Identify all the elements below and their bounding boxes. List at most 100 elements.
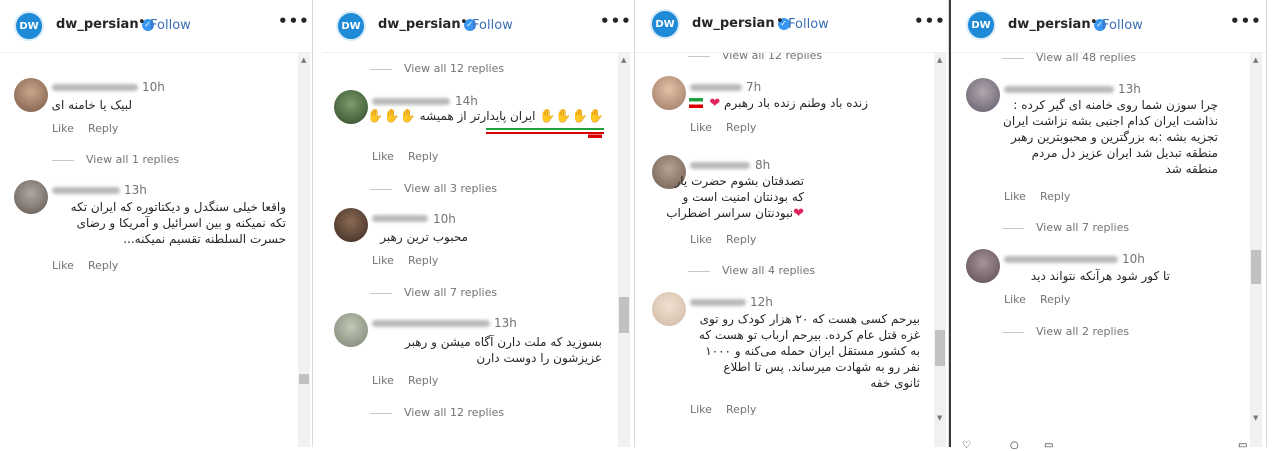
- comment-line: منطقه شد: [1165, 162, 1218, 176]
- comment-line: عزیزشون را دوست دارن: [476, 351, 602, 365]
- comment-line: تصدقتان بشوم حضرت یار: [674, 174, 804, 188]
- separator-dot: •: [776, 14, 784, 29]
- like-button[interactable]: Like: [52, 259, 74, 272]
- username[interactable]: dw_persian: [378, 17, 461, 32]
- more-options-icon[interactable]: •••: [600, 12, 632, 30]
- username[interactable]: dw_persian: [692, 16, 775, 31]
- comment-time: 7h: [746, 80, 762, 94]
- reply-button[interactable]: Reply: [726, 233, 756, 246]
- comment-line: تجزیه بشه :به بزرگترین و محبوبترین رهبر: [1010, 130, 1218, 144]
- dw-logo-icon[interactable]: DW: [966, 10, 996, 40]
- follow-button[interactable]: Follow: [150, 18, 191, 33]
- comment-line: که بودنتان امنیت است و: [682, 190, 804, 204]
- more-options-icon[interactable]: •••: [1230, 12, 1262, 30]
- scroll-up-arrow-icon[interactable]: ▲: [301, 56, 306, 64]
- dw-logo-icon[interactable]: DW: [336, 11, 366, 41]
- comment-actions: Like Reply: [52, 122, 132, 135]
- comment-actions: Like Reply: [372, 254, 452, 267]
- comment-text: محبوب ترین رهبر: [380, 230, 468, 244]
- like-button[interactable]: Like: [372, 150, 394, 163]
- like-button[interactable]: Like: [372, 374, 394, 387]
- like-button[interactable]: Like: [690, 403, 712, 416]
- comment-icon[interactable]: ○: [1010, 440, 1019, 451]
- comment-line: بسوزید که ملت دارن آگاه میشن و رهبر: [404, 335, 602, 349]
- follow-button[interactable]: Follow: [472, 18, 513, 33]
- scroll-down-arrow-icon[interactable]: ▼: [937, 414, 942, 422]
- scroll-up-arrow-icon[interactable]: ▲: [937, 56, 942, 64]
- scrollbar-thumb[interactable]: [1251, 250, 1261, 284]
- scroll-down-arrow-icon[interactable]: ▼: [1253, 414, 1258, 422]
- reply-button[interactable]: Reply: [1040, 190, 1070, 203]
- like-button[interactable]: Like: [372, 254, 394, 267]
- like-button[interactable]: Like: [52, 122, 74, 135]
- more-options-icon[interactable]: •••: [278, 12, 310, 30]
- scrollbar-thumb[interactable]: [935, 330, 945, 366]
- comment-text: بیرحم کسی هست که ۲۰ هزار کودک رو توی غزه…: [670, 311, 920, 391]
- comment-actions: Like Reply: [1004, 190, 1084, 203]
- commenter-name[interactable]: [690, 84, 742, 91]
- comment-line: ایران پایدارتر از همیشه: [419, 109, 536, 123]
- like-icon[interactable]: ♡: [962, 440, 971, 451]
- comment-text: تصدقتان بشوم حضرت یار که بودنتان امنیت ا…: [644, 173, 804, 222]
- scrollbar[interactable]: ▲: [618, 52, 630, 447]
- reply-button[interactable]: Reply: [88, 122, 118, 135]
- commenter-name[interactable]: [1004, 86, 1114, 93]
- like-button[interactable]: Like: [1004, 293, 1026, 306]
- commenter-name[interactable]: [52, 187, 120, 194]
- dw-logo-icon[interactable]: DW: [650, 9, 680, 39]
- reply-button[interactable]: Reply: [726, 403, 756, 416]
- view-replies-link[interactable]: View all 1 replies: [52, 153, 179, 166]
- follow-button[interactable]: Follow: [788, 17, 829, 32]
- scrollbar[interactable]: ▲: [298, 52, 310, 447]
- reply-button[interactable]: Reply: [1040, 293, 1070, 306]
- commenter-name[interactable]: [372, 320, 490, 327]
- commenter-name[interactable]: [52, 84, 138, 91]
- comment-time: 10h: [1122, 252, 1145, 266]
- username-link[interactable]: dw_persian ✓: [692, 16, 790, 31]
- view-replies-link[interactable]: View all 7 replies: [1002, 221, 1129, 234]
- comment-time: 13h: [494, 316, 517, 330]
- scroll-up-arrow-icon[interactable]: ▲: [621, 56, 626, 64]
- reply-button[interactable]: Reply: [726, 121, 756, 134]
- view-replies-link[interactable]: View all 4 replies: [688, 264, 815, 277]
- comment-actions: Like Reply: [52, 259, 132, 272]
- username[interactable]: dw_persian: [56, 17, 139, 32]
- comment-line: بیرحم کسی هست که ۲۰ هزار کودک رو توی: [699, 312, 920, 326]
- separator-dot: •: [460, 15, 468, 30]
- commenter-name[interactable]: [372, 215, 428, 222]
- more-options-icon[interactable]: •••: [914, 12, 946, 30]
- scroll-up-arrow-icon[interactable]: ▲: [1253, 56, 1258, 64]
- follow-button[interactable]: Follow: [1102, 18, 1143, 33]
- scrollbar[interactable]: ▲ ▼: [1250, 52, 1262, 447]
- view-replies-link[interactable]: View all 3 replies: [370, 182, 497, 195]
- view-replies-link[interactable]: View all 2 replies: [1002, 325, 1129, 338]
- reply-button[interactable]: Reply: [408, 374, 438, 387]
- view-replies-link[interactable]: View all 12 replies: [370, 406, 504, 419]
- scrollbar-thumb[interactable]: [299, 374, 309, 384]
- scrollbar-thumb[interactable]: [619, 297, 629, 333]
- view-replies-link[interactable]: View all 12 replies: [370, 62, 504, 75]
- commenter-name[interactable]: [372, 98, 450, 105]
- comment-line: واقعا خیلی سنگدل و دیکتاتوره که ایران تک…: [70, 200, 286, 214]
- save-icon[interactable]: ▭: [1238, 440, 1247, 451]
- share-icon[interactable]: ▭: [1044, 440, 1053, 451]
- like-button[interactable]: Like: [1004, 190, 1026, 203]
- commenter-name[interactable]: [1004, 256, 1118, 263]
- post-header: DW dw_persian ✓ • Follow •••: [952, 0, 1266, 53]
- username[interactable]: dw_persian: [1008, 17, 1091, 32]
- reply-button[interactable]: Reply: [88, 259, 118, 272]
- comment-text: بسوزید که ملت دارن آگاه میشن و رهبر عزیز…: [352, 334, 602, 366]
- view-replies-link[interactable]: View all 7 replies: [370, 286, 497, 299]
- like-button[interactable]: Like: [690, 233, 712, 246]
- comment-line: ثانوی خفه: [870, 376, 920, 390]
- comment-text: ✋✋✋✋ ایران پایدارتر از همیشه ✋✋✋: [354, 108, 604, 141]
- commenter-name[interactable]: [690, 162, 750, 169]
- comment-line: تکه نمیکنه و بین اسرائیل و آمریکا و رضای: [76, 216, 286, 230]
- commenter-name[interactable]: [690, 299, 746, 306]
- reply-button[interactable]: Reply: [408, 254, 438, 267]
- scrollbar[interactable]: ▲ ▼: [934, 52, 946, 447]
- like-button[interactable]: Like: [690, 121, 712, 134]
- comment-time: 10h: [433, 212, 456, 226]
- dw-logo-icon[interactable]: DW: [14, 11, 44, 41]
- reply-button[interactable]: Reply: [408, 150, 438, 163]
